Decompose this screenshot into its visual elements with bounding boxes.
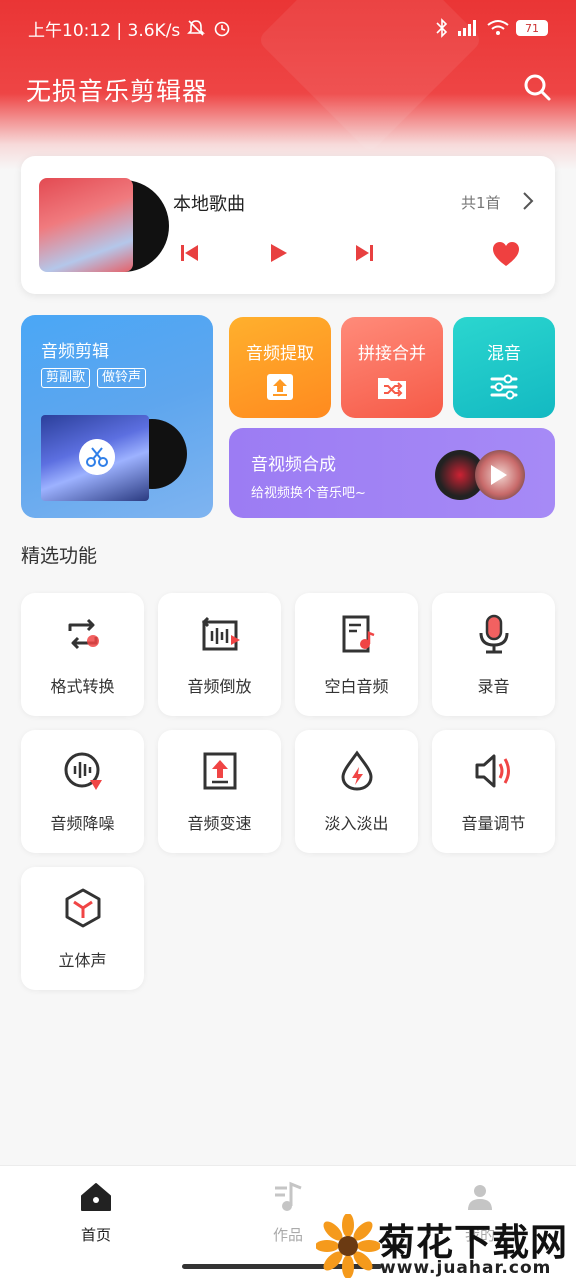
wifi-icon [487, 20, 509, 35]
audio-reverse-icon [201, 616, 240, 651]
next-track-icon[interactable] [353, 242, 375, 264]
noise-reduction-icon [64, 752, 102, 790]
user-icon [468, 1185, 492, 1210]
feature-fade[interactable]: 淡入淡出 [295, 730, 418, 853]
section-title: 精选功能 [21, 545, 98, 567]
feature-record[interactable]: 录音 [432, 593, 555, 716]
audio-extract-card[interactable]: 音频提取 [229, 317, 331, 418]
feature-label: 立体声 [58, 951, 107, 970]
app-title: 无损音乐剪辑器 [26, 77, 209, 106]
feature-format-convert[interactable]: 格式转换 [21, 593, 144, 716]
volume-icon [475, 754, 510, 788]
signal-icon [458, 20, 476, 36]
audio-edit-card[interactable]: 音频剪辑 剪副歌 做铃声 [21, 315, 213, 518]
bluetooth-icon [436, 18, 448, 38]
song-title: 本地歌曲 [173, 194, 245, 215]
tag-ringtone: 做铃声 [97, 368, 147, 388]
watermark: 菊花下载网 www.juahar.com [316, 1212, 576, 1280]
feature-label: 音频变速 [187, 814, 252, 833]
play-icon[interactable] [267, 242, 289, 264]
feature-label: 音量调节 [461, 814, 526, 833]
audio-edit-label: 音频剪辑 [41, 342, 109, 362]
nav-home-label: 首页 [80, 1226, 111, 1244]
status-time-speed: 上午10:12 | 3.6K/s [28, 20, 181, 41]
speed-change-icon [203, 752, 237, 790]
audio-video-merge-card[interactable]: 音视频合成 给视频换个音乐吧~ [229, 428, 555, 518]
microphone-icon [479, 614, 509, 654]
mix-label: 混音 [487, 344, 521, 364]
flower-logo-icon [316, 1214, 380, 1278]
home-icon [81, 1183, 111, 1211]
join-merge-label: 拼接合并 [358, 344, 426, 364]
feature-volume[interactable]: 音量调节 [432, 730, 555, 853]
favorite-heart-icon[interactable] [491, 240, 521, 268]
watermark-url: www.juahar.com [380, 1258, 552, 1278]
previous-track-icon[interactable] [179, 242, 201, 264]
album-cover [39, 178, 133, 272]
av-merge-label: 音视频合成 [251, 455, 336, 475]
local-songs-player[interactable]: 本地歌曲 共1首 [21, 156, 555, 294]
feature-label: 录音 [477, 677, 510, 696]
feature-speed-change[interactable]: 音频变速 [158, 730, 281, 853]
shuffle-folder-icon [378, 378, 406, 399]
scissors-icon [79, 439, 115, 475]
feature-stereo[interactable]: 立体声 [21, 867, 144, 990]
equalizer-icon [490, 374, 518, 400]
upload-icon [267, 374, 293, 400]
song-count: 共1首 [461, 194, 501, 212]
feature-blank-audio[interactable]: 空白音频 [295, 593, 418, 716]
mix-card[interactable]: 混音 [453, 317, 555, 418]
play-icon [491, 465, 507, 485]
av-merge-subtitle: 给视频换个音乐吧~ [251, 486, 366, 501]
mute-bell-icon [187, 20, 206, 36]
join-merge-card[interactable]: 拼接合并 [341, 317, 443, 418]
search-icon[interactable] [522, 72, 552, 102]
chevron-right-icon[interactable] [521, 190, 535, 212]
tag-chorus: 剪副歌 [41, 368, 91, 388]
status-bar: 上午10:12 | 3.6K/s 71 [28, 16, 548, 41]
feature-label: 淡入淡出 [324, 814, 389, 833]
feature-label: 空白音频 [324, 677, 389, 696]
format-convert-icon [68, 618, 99, 650]
feature-noise-reduction[interactable]: 音频降噪 [21, 730, 144, 853]
fade-drop-icon [341, 750, 373, 791]
audio-extract-label: 音频提取 [246, 344, 314, 364]
battery-indicator: 71 [516, 20, 548, 36]
feature-label: 音频降噪 [50, 814, 115, 833]
nav-home[interactable]: 首页 [46, 1180, 146, 1245]
stereo-cube-icon [65, 888, 101, 928]
alarm-icon [214, 21, 230, 37]
feature-label: 格式转换 [50, 677, 115, 696]
blank-audio-icon [342, 615, 375, 653]
music-note-icon [275, 1181, 302, 1211]
feature-label: 音频倒放 [187, 677, 252, 696]
feature-audio-reverse[interactable]: 音频倒放 [158, 593, 281, 716]
